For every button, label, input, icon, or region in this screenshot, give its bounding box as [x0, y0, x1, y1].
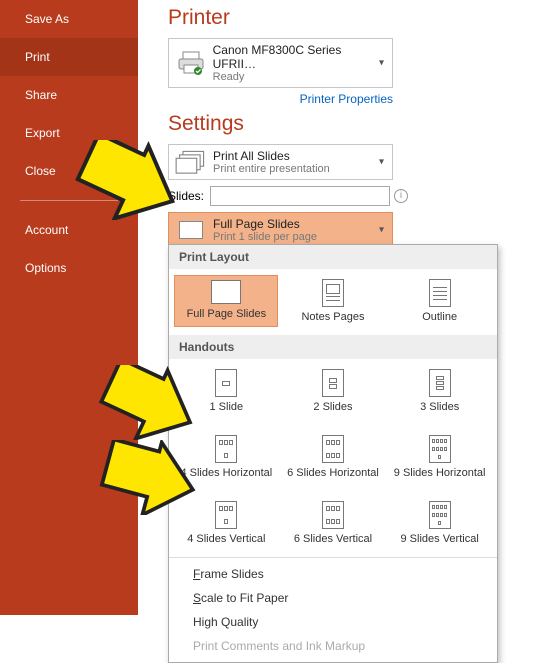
handout-3-icon: [429, 369, 451, 397]
printer-properties-link[interactable]: Printer Properties: [168, 92, 393, 106]
print-layout-title: Full Page Slides: [213, 217, 317, 231]
handout-9v-icon: [429, 501, 451, 529]
print-layout-popup: Print Layout Full Page Slides Notes Page…: [168, 244, 498, 663]
sidebar-item-export[interactable]: Export: [0, 114, 138, 152]
printer-icon: [175, 51, 207, 75]
slides-stack-icon: [175, 150, 207, 174]
sidebar-divider: [20, 200, 118, 201]
sidebar-item-options[interactable]: Options: [0, 249, 138, 287]
popup-section-handouts: Handouts: [169, 335, 497, 359]
handout-1-icon: [215, 369, 237, 397]
option-9-slides-horizontal[interactable]: 9 Slides Horizontal: [388, 431, 492, 483]
option-1-slide[interactable]: 1 Slide: [174, 365, 278, 417]
handout-4h-icon: [215, 435, 237, 463]
option-3-slides[interactable]: 3 Slides: [388, 365, 492, 417]
menu-print-comments: Print Comments and Ink Markup: [169, 634, 497, 658]
handout-6h-icon: [322, 435, 344, 463]
chevron-down-icon: ▾: [379, 58, 384, 69]
sidebar-item-account[interactable]: Account: [0, 211, 138, 249]
printer-status: Ready: [213, 71, 386, 83]
handout-2-icon: [322, 369, 344, 397]
full-page-slide-icon: [175, 218, 207, 242]
full-page-icon: [211, 280, 241, 304]
option-4-slides-horizontal[interactable]: 4 Slides Horizontal: [174, 431, 278, 483]
option-outline[interactable]: Outline: [388, 275, 492, 327]
printer-dropdown[interactable]: Canon MF8300C Series UFRII… Ready ▾: [168, 38, 393, 88]
slides-label: Slides:: [168, 189, 204, 203]
menu-frame-slides[interactable]: Frame Slides: [169, 562, 497, 586]
info-icon[interactable]: i: [394, 189, 408, 203]
sidebar-item-print[interactable]: Print: [0, 38, 138, 76]
handout-4v-icon: [215, 501, 237, 529]
printer-name: Canon MF8300C Series UFRII…: [213, 43, 386, 71]
option-2-slides[interactable]: 2 Slides: [281, 365, 385, 417]
option-notes-pages[interactable]: Notes Pages: [281, 275, 385, 327]
menu-high-quality[interactable]: High Quality: [169, 610, 497, 634]
popup-section-print-layout: Print Layout: [169, 245, 497, 269]
print-layout-dropdown[interactable]: Full Page Slides Print 1 slide per page …: [168, 212, 393, 248]
option-6-slides-horizontal[interactable]: 6 Slides Horizontal: [281, 431, 385, 483]
handout-9h-icon: [429, 435, 451, 463]
notes-pages-icon: [322, 279, 344, 307]
settings-heading: Settings: [168, 112, 520, 136]
print-layout-sub: Print 1 slide per page: [213, 231, 317, 243]
option-4-slides-vertical[interactable]: 4 Slides Vertical: [174, 497, 278, 549]
print-range-sub: Print entire presentation: [213, 163, 330, 175]
slides-input[interactable]: [210, 186, 390, 206]
outline-icon: [429, 279, 451, 307]
handout-6v-icon: [322, 501, 344, 529]
option-full-page-slides[interactable]: Full Page Slides: [174, 275, 278, 327]
option-6-slides-vertical[interactable]: 6 Slides Vertical: [281, 497, 385, 549]
print-range-dropdown[interactable]: Print All Slides Print entire presentati…: [168, 144, 393, 180]
menu-scale-to-fit[interactable]: Scale to Fit Paper: [169, 586, 497, 610]
sidebar-item-save-as[interactable]: Save As: [0, 0, 138, 38]
print-range-title: Print All Slides: [213, 149, 330, 163]
option-9-slides-vertical[interactable]: 9 Slides Vertical: [388, 497, 492, 549]
sidebar-item-share[interactable]: Share: [0, 76, 138, 114]
printer-heading: Printer: [168, 6, 520, 30]
chevron-down-icon: ▾: [379, 225, 384, 236]
chevron-down-icon: ▾: [379, 157, 384, 168]
backstage-sidebar: Save As Print Share Export Close Account…: [0, 0, 138, 615]
sidebar-item-close[interactable]: Close: [0, 152, 138, 190]
popup-extra-options: Frame Slides Scale to Fit Paper High Qua…: [169, 558, 497, 662]
